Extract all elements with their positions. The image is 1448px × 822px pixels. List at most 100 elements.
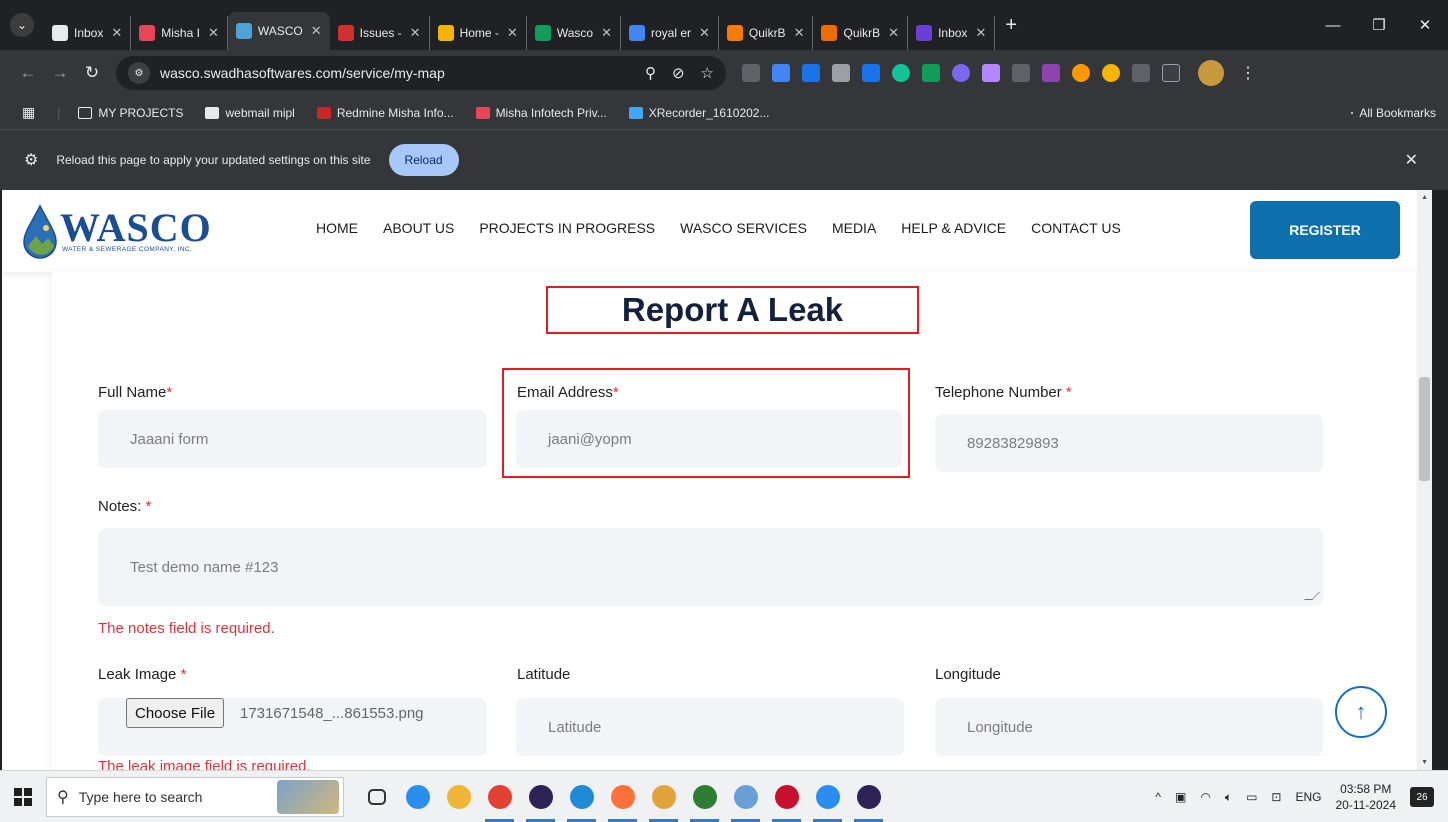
star-extension-icon[interactable] <box>952 64 970 82</box>
register-button[interactable]: REGISTER <box>1250 201 1400 259</box>
color-extension-icon[interactable] <box>1072 64 1090 82</box>
bookmark-item[interactable]: XRecorder_1610202... <box>628 106 769 120</box>
nav-contact-us[interactable]: CONTACT US <box>1031 220 1121 236</box>
restore-icon[interactable]: ❐ <box>1356 16 1402 34</box>
taskbar-app[interactable] <box>725 771 766 822</box>
reload-icon[interactable]: ↻ <box>76 63 108 83</box>
language-indicator[interactable]: ENG <box>1295 790 1321 804</box>
nav-wasco-services[interactable]: WASCO SERVICES <box>680 220 807 236</box>
scroll-up-arrow-icon[interactable]: ▲ <box>1421 194 1428 201</box>
screen-extension-icon[interactable] <box>802 64 820 82</box>
nav-home[interactable]: HOME <box>316 220 358 236</box>
tab-close-icon[interactable]: ✕ <box>208 25 219 41</box>
bookmark-item[interactable]: Redmine Misha Info... <box>316 106 454 120</box>
nav-projects-in-progress[interactable]: PROJECTS IN PROGRESS <box>479 220 655 236</box>
back-to-top-arrow-icon[interactable]: ↑ <box>1335 686 1387 738</box>
pen-extension-icon[interactable] <box>982 64 1000 82</box>
browser-menu-icon[interactable]: ⋮ <box>1240 63 1256 83</box>
nav-media[interactable]: MEDIA <box>832 220 876 236</box>
apps-grid-icon[interactable]: ▦ <box>22 104 35 121</box>
browser-tab[interactable]: royal er ✕ <box>621 16 719 50</box>
translate-extension-icon[interactable] <box>772 64 790 82</box>
minimize-icon[interactable]: — <box>1310 17 1356 34</box>
taskbar-app[interactable] <box>479 771 520 822</box>
email-input[interactable]: jaani@yopm <box>516 410 902 468</box>
battery-icon[interactable]: ▭ <box>1246 790 1257 804</box>
profile-avatar[interactable] <box>1198 60 1224 86</box>
nav-help-advice[interactable]: HELP & ADVICE <box>901 220 1006 236</box>
close-window-icon[interactable]: ✕ <box>1402 16 1448 34</box>
taskbar-app[interactable] <box>438 771 479 822</box>
address-bar[interactable]: ⚙ wasco.swadhasoftwares.com/service/my-m… <box>116 56 726 90</box>
reload-button[interactable]: Reload <box>388 144 459 176</box>
latitude-input[interactable]: Latitude <box>516 698 904 756</box>
wifi-icon[interactable]: ◠ <box>1200 790 1210 804</box>
f-extension-icon[interactable] <box>862 64 880 82</box>
close-infobar-icon[interactable]: ✕ <box>1405 150 1418 170</box>
bookmark-star-icon[interactable]: ☆ <box>701 64 714 82</box>
smile-extension-icon[interactable] <box>1102 64 1120 82</box>
browser-tab[interactable]: QuikrB ✕ <box>813 16 909 50</box>
tab-close-icon[interactable]: ✕ <box>410 25 421 41</box>
tab-close-icon[interactable]: ✕ <box>111 25 122 41</box>
browser-tab[interactable]: Inbox ✕ <box>44 16 132 50</box>
telephone-input[interactable]: 89283829893 <box>935 414 1323 472</box>
url-text[interactable]: wasco.swadhasoftwares.com/service/my-map <box>160 65 645 81</box>
taskbar-app[interactable] <box>807 771 848 822</box>
cursor-extension-icon[interactable] <box>1012 64 1030 82</box>
taskbar-app[interactable] <box>766 771 807 822</box>
taskbar-app[interactable] <box>561 771 602 822</box>
tab-close-icon[interactable]: ✕ <box>888 25 899 41</box>
browser-tab[interactable]: Issues - ✕ <box>330 16 430 50</box>
taskbar-search-box[interactable]: ⚲ Type here to search <box>46 776 344 817</box>
taskbar-app[interactable] <box>602 771 643 822</box>
eye-off-icon[interactable]: ⊘ <box>672 64 685 82</box>
taskbar-app[interactable] <box>356 771 397 822</box>
bookmark-item[interactable]: webmail mipl <box>205 106 295 120</box>
browser-tab[interactable]: WASCO ✕ <box>227 12 330 50</box>
back-icon[interactable]: ← <box>12 63 44 83</box>
tab-close-icon[interactable]: ✕ <box>311 23 322 39</box>
taskbar-app[interactable] <box>684 771 725 822</box>
show-hidden-icons-icon[interactable]: ^ <box>1155 790 1161 804</box>
puzzle-extensions-icon[interactable] <box>1162 64 1180 82</box>
volume-icon[interactable]: 🔈︎ <box>1225 790 1232 805</box>
input-method-icon[interactable]: ⊡ <box>1271 790 1281 804</box>
browser-tab[interactable]: Home - ✕ <box>430 16 527 50</box>
taskbar-app[interactable] <box>520 771 561 822</box>
taskbar-app[interactable] <box>397 771 438 822</box>
tab-close-icon[interactable]: ✕ <box>601 25 612 41</box>
page-scrollbar[interactable]: ▲ ▼ <box>1417 190 1432 770</box>
taskbar-clock[interactable]: 03:58 PM 20-11-2024 <box>1336 781 1397 813</box>
browser-tab[interactable]: QuikrB ✕ <box>719 16 814 50</box>
browser-tab[interactable]: Wasco ✕ <box>527 16 621 50</box>
taskbar-app[interactable] <box>848 771 889 822</box>
grammarly-extension-icon[interactable] <box>892 64 910 82</box>
browser-tab[interactable]: Inbox ✕ <box>908 16 996 50</box>
meet-now-icon[interactable]: ▣ <box>1175 790 1186 804</box>
new-tab-button[interactable]: + <box>1005 14 1017 37</box>
tab-close-icon[interactable]: ✕ <box>975 25 986 41</box>
scroll-down-arrow-icon[interactable]: ▼ <box>1421 759 1428 766</box>
sigma-extension-icon[interactable] <box>742 64 760 82</box>
crx-extension-icon[interactable] <box>1132 64 1150 82</box>
tab-close-icon[interactable]: ✕ <box>507 25 518 41</box>
forward-icon[interactable]: → <box>44 63 76 83</box>
tab-close-icon[interactable]: ✕ <box>699 25 710 41</box>
tab-search-dropdown-icon[interactable]: ⌄ <box>10 13 34 37</box>
wasco-logo[interactable]: WASCO WATER & SEWERAGE COMPANY, INC. <box>20 200 211 260</box>
taskbar-app[interactable] <box>643 771 684 822</box>
window-extension-icon[interactable] <box>832 64 850 82</box>
site-settings-icon[interactable]: ⚙ <box>128 62 150 84</box>
choose-file-button[interactable]: Choose File <box>126 698 225 728</box>
n-extension-icon[interactable] <box>922 64 940 82</box>
scrollbar-thumb[interactable] <box>1419 377 1430 481</box>
bookmark-item[interactable]: Misha Infotech Priv... <box>475 106 607 120</box>
nav-about-us[interactable]: ABOUT US <box>383 220 454 236</box>
bookmark-item[interactable]: MY PROJECTS <box>78 106 183 120</box>
browser-tab[interactable]: Misha I ✕ <box>131 16 228 50</box>
notification-center-icon[interactable]: 26 <box>1410 787 1434 807</box>
notes-textarea[interactable]: Test demo name #123 <box>98 528 1323 606</box>
all-bookmarks[interactable]: All Bookmarks <box>1351 96 1436 130</box>
tab-close-icon[interactable]: ✕ <box>794 25 805 41</box>
